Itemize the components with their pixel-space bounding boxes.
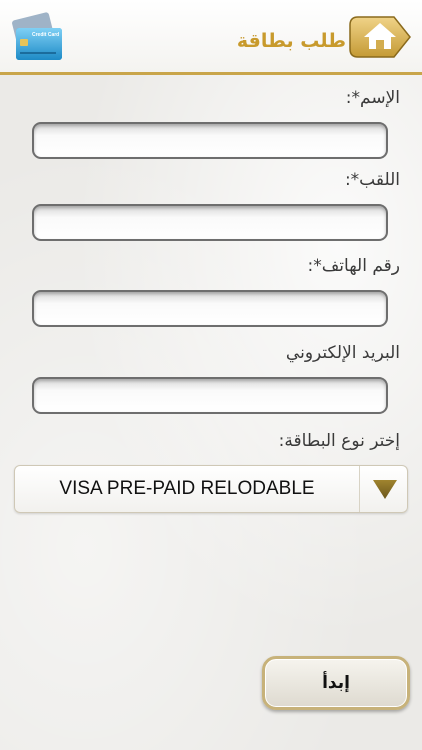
phone-label: رقم الهاتف*: xyxy=(307,256,400,276)
card-icon-text: Credit Card xyxy=(32,32,59,38)
header-divider xyxy=(0,72,422,75)
card-type-selected-value: VISA PRE-PAID RELODABLE xyxy=(59,478,315,499)
email-field[interactable] xyxy=(32,377,388,414)
home-icon xyxy=(349,16,411,58)
last-name-label: اللقب*: xyxy=(344,170,400,190)
last-name-field[interactable] xyxy=(32,204,388,241)
credit-card-icon: Credit Card xyxy=(10,12,66,64)
email-label: البريد الإلكتروني xyxy=(285,343,400,363)
start-button[interactable]: إبدأ xyxy=(262,656,410,710)
header-bar: Credit Card طلب بطاقة xyxy=(0,0,422,72)
card-type-select[interactable]: VISA PRE-PAID RELODABLE xyxy=(14,465,408,513)
dropdown-arrow-icon[interactable] xyxy=(371,477,399,501)
home-button[interactable] xyxy=(348,15,412,59)
page-title: طلب بطاقة xyxy=(236,30,346,52)
phone-field[interactable] xyxy=(32,290,388,327)
first-name-label: الإسم*: xyxy=(345,88,400,108)
first-name-field[interactable] xyxy=(32,122,388,159)
select-divider xyxy=(359,466,360,512)
card-type-label: إختر نوع البطاقة: xyxy=(278,431,400,451)
